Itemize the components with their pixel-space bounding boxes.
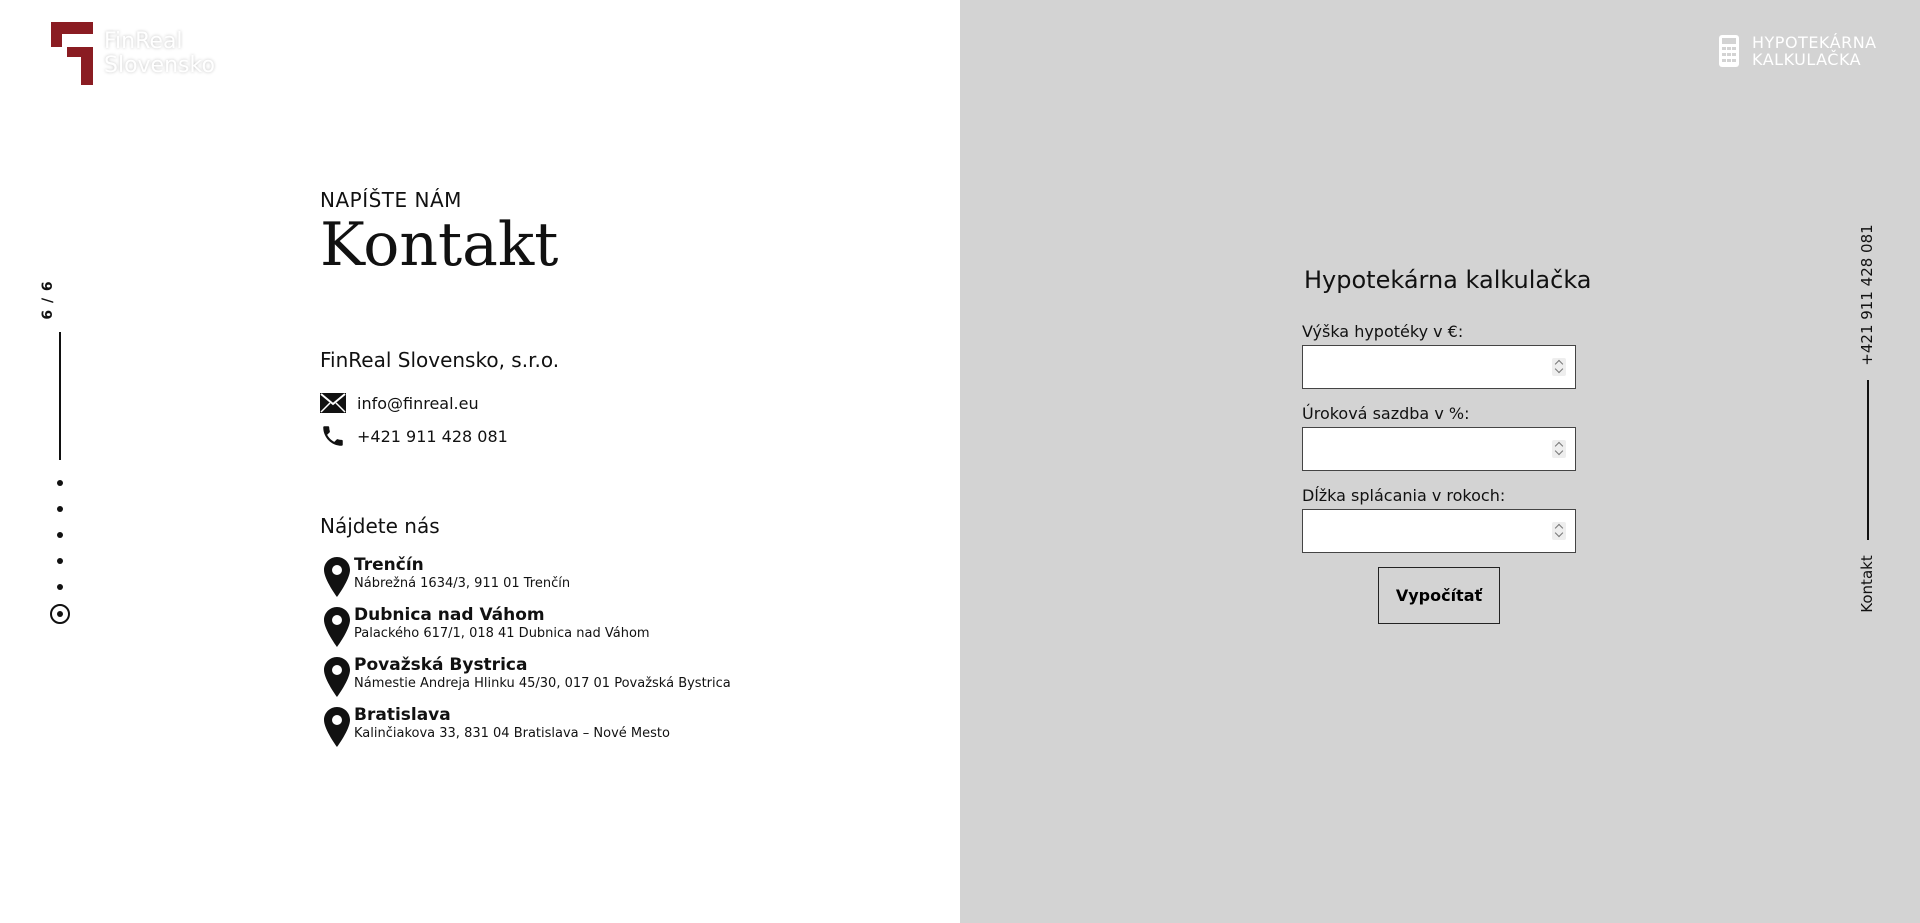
interest-rate-label: Úroková sazdba v %:: [1302, 404, 1470, 423]
location-item: Trenčín Nábrežná 1634/3, 911 01 Trenčín: [320, 555, 570, 599]
logo-text: FinReal Slovensko: [104, 30, 215, 78]
map-pin-icon: [324, 707, 350, 747]
map-pin-icon: [324, 557, 350, 597]
calculate-button[interactable]: Vypočítať: [1378, 567, 1500, 624]
location-address: Námestie Andreja Hlinku 45/30, 017 01 Po…: [354, 676, 731, 691]
phone-row: +421 911 428 081: [320, 423, 508, 449]
location-item: Dubnica nad Váhom Palackého 617/1, 018 4…: [320, 605, 650, 649]
pager-divider: [59, 332, 61, 460]
calculator-link-line1: HYPOTEKÁRNA: [1752, 33, 1877, 52]
location-name: Dubnica nad Váhom: [354, 605, 545, 625]
logo-line2: Slovensko: [104, 53, 215, 78]
number-stepper-icon[interactable]: [1552, 522, 1566, 540]
page-dot-2[interactable]: [57, 506, 63, 512]
page-title: Kontakt: [320, 210, 559, 280]
location-address: Nábrežná 1634/3, 911 01 Trenčín: [354, 576, 571, 591]
envelope-icon: [320, 390, 346, 416]
page-dot-4[interactable]: [57, 558, 63, 564]
calculator-link[interactable]: HYPOTEKÁRNA KALKULAČKA: [1718, 34, 1877, 68]
loan-amount-input[interactable]: [1302, 345, 1576, 389]
map-pin-icon: [324, 657, 350, 697]
locations-title: Nájdete nás: [320, 514, 440, 538]
number-stepper-icon[interactable]: [1552, 358, 1566, 376]
email-row: info@finreal.eu: [320, 390, 479, 416]
phone-link[interactable]: +421 911 428 081: [357, 427, 508, 446]
location-name: Trenčín: [354, 555, 424, 575]
location-address: Palackého 617/1, 018 41 Dubnica nad Váho…: [354, 626, 650, 641]
page-dot-5[interactable]: [57, 584, 63, 590]
location-address: Kalinčiakova 33, 831 04 Bratislava – Nov…: [354, 726, 670, 741]
calculator-link-line2: KALKULAČKA: [1752, 50, 1862, 69]
logo-line1: FinReal: [104, 29, 183, 54]
page-counter: 6 / 6: [40, 280, 56, 320]
loan-term-input[interactable]: [1302, 509, 1576, 553]
side-phone-link[interactable]: +421 911 428 081: [1858, 224, 1876, 365]
side-contact-link[interactable]: Kontakt: [1858, 555, 1876, 612]
location-item: Bratislava Kalinčiakova 33, 831 04 Brati…: [320, 705, 670, 749]
location-item: Považská Bystrica Námestie Andreja Hlink…: [320, 655, 731, 699]
map-pin-icon: [324, 607, 350, 647]
page-dot-1[interactable]: [57, 480, 63, 486]
loan-term-label: Dĺžka splácania v rokoch:: [1302, 486, 1506, 505]
side-divider: [1867, 380, 1869, 540]
logo-mark-icon: [51, 22, 93, 85]
loan-amount-label: Výška hypotéky v €:: [1302, 322, 1464, 341]
calculator-icon: [1719, 35, 1739, 67]
location-name: Bratislava: [354, 705, 451, 725]
calculator-title: Hypotekárna kalkulačka: [1304, 266, 1592, 294]
interest-rate-input[interactable]: [1302, 427, 1576, 471]
email-link[interactable]: info@finreal.eu: [357, 394, 479, 413]
logo[interactable]: FinReal Slovensko: [51, 22, 215, 85]
location-name: Považská Bystrica: [354, 655, 528, 675]
page-dot-3[interactable]: [57, 532, 63, 538]
company-name: FinReal Slovensko, s.r.o.: [320, 348, 560, 372]
phone-icon: [320, 423, 346, 449]
contact-panel: FinReal Slovensko 6 / 6 NAPÍŠTE NÁM Kont…: [0, 0, 960, 923]
number-stepper-icon[interactable]: [1552, 440, 1566, 458]
page-dot-6-active[interactable]: [50, 604, 70, 624]
